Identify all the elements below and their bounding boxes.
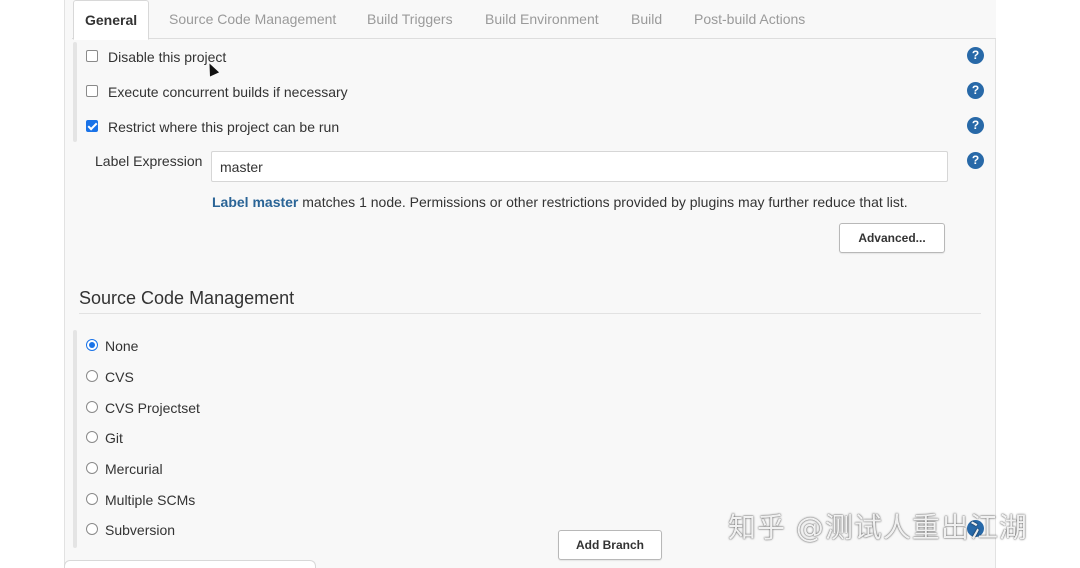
- tab-post-build-actions[interactable]: Post-build Actions: [694, 0, 805, 39]
- tab-build[interactable]: Build: [631, 0, 662, 39]
- label-match-info: Label master matches 1 node. Permissions…: [212, 194, 908, 210]
- watermark-text: 知乎 @测试人重出江湖: [728, 511, 1028, 544]
- section-divider: [79, 313, 981, 314]
- scm-radio-git[interactable]: [86, 431, 98, 443]
- tab-general[interactable]: General: [73, 0, 150, 40]
- label-match-text: matches 1 node. Permissions or other res…: [298, 194, 908, 210]
- help-icon[interactable]: ?: [967, 117, 984, 134]
- tab-build-triggers[interactable]: Build Triggers: [367, 0, 453, 39]
- scm-option-label: None: [105, 338, 139, 354]
- scm-option-label: Git: [105, 430, 123, 446]
- scm-radio-subversion[interactable]: [86, 523, 98, 535]
- restrict-project-checkbox[interactable]: [86, 120, 98, 132]
- scm-option-label: CVS Projectset: [105, 400, 200, 416]
- advanced-button[interactable]: Advanced...: [839, 223, 945, 253]
- help-icon[interactable]: ?: [967, 152, 984, 169]
- label-expression-label: Label Expression: [95, 153, 203, 169]
- concurrent-builds-checkbox[interactable]: [86, 85, 98, 97]
- scm-option-label: CVS: [105, 369, 134, 385]
- help-icon[interactable]: ?: [967, 82, 984, 99]
- label-expression-input[interactable]: [211, 151, 948, 182]
- scm-radio-multiple-scms[interactable]: [86, 493, 98, 505]
- restrict-project-label: Restrict where this project can be run: [108, 119, 340, 135]
- scm-option-label: Multiple SCMs: [105, 492, 196, 508]
- help-icon[interactable]: ?: [967, 47, 984, 64]
- scm-radio-cvs-projectset[interactable]: [86, 401, 98, 413]
- bottom-panel-tab: [64, 560, 316, 568]
- scm-option-label: Mercurial: [105, 461, 163, 477]
- scm-radio-mercurial[interactable]: [86, 462, 98, 474]
- scm-section-title: Source Code Management: [79, 288, 295, 308]
- add-branch-button[interactable]: Add Branch: [558, 530, 662, 560]
- scm-indent-bar: [73, 330, 77, 548]
- tab-build-environment[interactable]: Build Environment: [485, 0, 599, 39]
- scm-option-label: Subversion: [105, 522, 176, 538]
- scm-radio-cvs[interactable]: [86, 370, 98, 382]
- label-master-link[interactable]: Label master: [212, 194, 298, 210]
- concurrent-builds-label: Execute concurrent builds if necessary: [108, 84, 348, 100]
- tab-source-code-management[interactable]: Source Code Management: [169, 0, 336, 39]
- section-indent-bar: [73, 42, 77, 142]
- scm-radio-none[interactable]: [86, 339, 98, 351]
- disable-project-checkbox[interactable]: [86, 50, 98, 62]
